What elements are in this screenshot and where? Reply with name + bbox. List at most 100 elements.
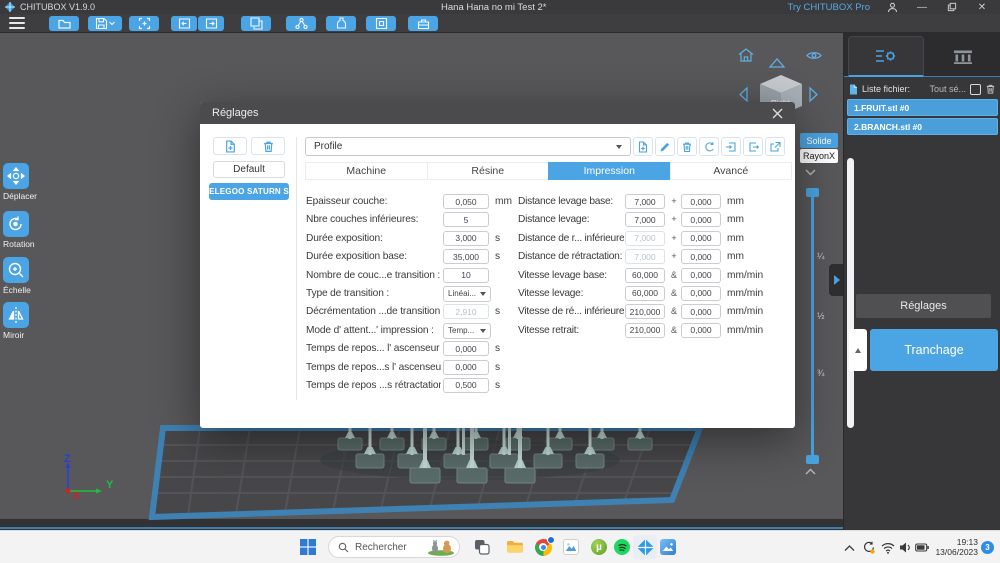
machine-item-selected[interactable]: ELEGOO SATURN S bbox=[209, 183, 289, 200]
delete-machine-button[interactable] bbox=[251, 137, 285, 155]
support-edit-button[interactable] bbox=[286, 16, 316, 31]
param-input[interactable] bbox=[443, 341, 489, 357]
param-input[interactable] bbox=[681, 249, 721, 265]
rotate-up-arrow-icon[interactable] bbox=[768, 57, 786, 68]
photos-button[interactable] bbox=[656, 535, 680, 559]
redo-button[interactable] bbox=[198, 16, 224, 31]
file-explorer-button[interactable] bbox=[503, 535, 527, 559]
dialog-title-bar[interactable]: Réglages bbox=[200, 102, 795, 124]
tray-wifi-icon[interactable] bbox=[881, 531, 895, 563]
panel-expand-handle[interactable] bbox=[829, 264, 844, 296]
slice-options-button[interactable] bbox=[849, 329, 867, 371]
toolbox-button[interactable] bbox=[408, 16, 438, 31]
add-machine-button[interactable] bbox=[213, 137, 247, 155]
dialog-close-icon[interactable] bbox=[772, 108, 783, 119]
param-input[interactable] bbox=[681, 322, 721, 338]
param-input[interactable] bbox=[681, 230, 721, 246]
select-all-checkbox[interactable] bbox=[970, 83, 981, 95]
menu-button[interactable] bbox=[9, 17, 25, 29]
clone-button[interactable] bbox=[241, 16, 271, 31]
tab-settings-list[interactable] bbox=[848, 36, 924, 77]
chitubox-taskbar-button[interactable] bbox=[633, 535, 657, 559]
account-icon[interactable] bbox=[884, 1, 900, 13]
delete-files-icon[interactable] bbox=[985, 83, 996, 95]
restore-button[interactable] bbox=[944, 1, 960, 13]
profile-dropdown[interactable]: Profile bbox=[305, 137, 631, 156]
rotate-left-arrow-icon[interactable] bbox=[738, 86, 749, 103]
param-input[interactable] bbox=[443, 194, 489, 209]
param-input[interactable] bbox=[681, 267, 721, 283]
slider-expand-icon[interactable] bbox=[805, 468, 816, 475]
param-input[interactable] bbox=[443, 377, 489, 393]
clip-slider-handle-bottom[interactable] bbox=[806, 455, 819, 464]
tab-resin[interactable]: Résine bbox=[426, 162, 549, 180]
resin-detect-button[interactable] bbox=[326, 16, 356, 31]
hollow-button[interactable] bbox=[366, 16, 396, 31]
param-input[interactable] bbox=[681, 194, 721, 209]
view-mode-xray-button[interactable]: RayonX bbox=[800, 149, 838, 163]
tray-battery-icon[interactable] bbox=[915, 531, 930, 563]
settings-button[interactable]: Réglages bbox=[856, 294, 991, 318]
auto-layout-button[interactable] bbox=[129, 16, 159, 31]
utorrent-button[interactable]: µ bbox=[587, 535, 611, 559]
chrome-button[interactable] bbox=[531, 535, 555, 559]
param-dropdown[interactable]: Temp... bbox=[443, 322, 491, 339]
clip-slider-handle-top[interactable] bbox=[806, 188, 819, 197]
open-file-button[interactable] bbox=[49, 16, 79, 31]
view-mode-solid-button[interactable]: Solide bbox=[800, 133, 838, 148]
param-input[interactable] bbox=[443, 230, 489, 246]
file-item[interactable]: 1.FRUIT.stl #0 bbox=[847, 99, 998, 116]
param-input[interactable] bbox=[625, 212, 665, 228]
scale-tool-button[interactable] bbox=[3, 257, 29, 283]
notification-badge[interactable]: 3 bbox=[981, 541, 994, 554]
tab-machine[interactable]: Machine bbox=[305, 162, 428, 180]
try-pro-link[interactable]: Try CHITUBOX Pro bbox=[787, 2, 870, 13]
slider-collapse-icon[interactable] bbox=[805, 169, 816, 176]
param-input[interactable] bbox=[625, 267, 665, 283]
tray-sync-icon[interactable] bbox=[861, 531, 876, 563]
param-input[interactable] bbox=[443, 249, 489, 265]
start-button[interactable] bbox=[296, 535, 320, 559]
share-profile-button[interactable] bbox=[765, 137, 785, 156]
param-input[interactable] bbox=[681, 304, 721, 320]
param-input[interactable] bbox=[625, 194, 665, 209]
mirror-tool-button[interactable] bbox=[3, 302, 29, 328]
minimize-button[interactable]: — bbox=[914, 1, 930, 13]
clip-slider-track[interactable] bbox=[811, 193, 814, 459]
param-input[interactable] bbox=[443, 267, 489, 283]
param-input[interactable] bbox=[443, 212, 489, 228]
tray-volume-icon[interactable] bbox=[899, 531, 912, 563]
export-profile-button[interactable] bbox=[743, 137, 763, 156]
import-profile-button[interactable] bbox=[721, 137, 741, 156]
slice-button[interactable]: Tranchage bbox=[870, 329, 998, 371]
param-input[interactable] bbox=[625, 304, 665, 320]
spotify-button[interactable] bbox=[610, 535, 634, 559]
default-machine-button[interactable]: Default bbox=[213, 161, 285, 178]
edit-profile-button[interactable] bbox=[655, 137, 675, 156]
rotate-right-arrow-icon[interactable] bbox=[808, 86, 819, 103]
rotate-tool-button[interactable] bbox=[3, 211, 29, 237]
tab-advanced[interactable]: Avancé bbox=[669, 162, 792, 180]
param-input[interactable] bbox=[681, 212, 721, 228]
move-tool-button[interactable] bbox=[3, 163, 29, 189]
delete-profile-button[interactable] bbox=[677, 137, 697, 156]
undo-button[interactable] bbox=[171, 16, 197, 31]
add-profile-button[interactable] bbox=[633, 137, 653, 156]
param-input[interactable] bbox=[681, 285, 721, 301]
param-dropdown[interactable]: Linéai... bbox=[443, 285, 491, 302]
media-app-button[interactable] bbox=[559, 535, 583, 559]
close-button[interactable]: ✕ bbox=[974, 1, 990, 13]
panel-scrollbar[interactable] bbox=[847, 158, 854, 428]
param-input[interactable] bbox=[443, 359, 489, 375]
tab-support[interactable] bbox=[928, 36, 998, 77]
tray-clock[interactable]: 19:13 13/06/2023 bbox=[930, 537, 978, 557]
param-input[interactable] bbox=[625, 322, 665, 338]
reset-profile-button[interactable] bbox=[699, 137, 719, 156]
home-view-icon[interactable] bbox=[738, 48, 754, 62]
tray-chevron-button[interactable] bbox=[844, 531, 855, 563]
taskbar-search[interactable]: Rechercher bbox=[328, 536, 460, 558]
tab-print[interactable]: Impression bbox=[548, 162, 671, 180]
param-input[interactable] bbox=[625, 285, 665, 301]
task-view-button[interactable] bbox=[470, 535, 494, 559]
eye-view-icon[interactable] bbox=[806, 50, 822, 61]
